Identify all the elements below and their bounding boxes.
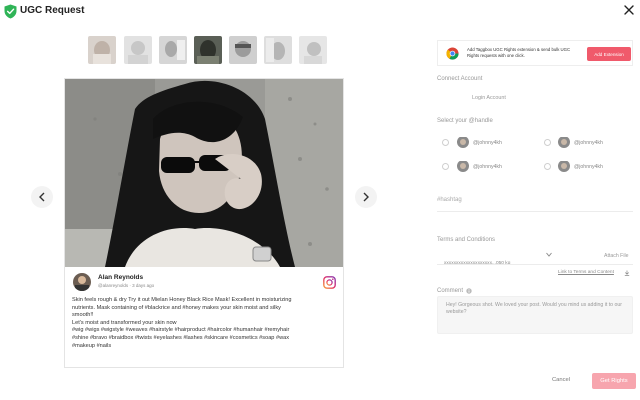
handle-radio[interactable] xyxy=(544,163,551,170)
handle-radio[interactable] xyxy=(544,139,551,146)
chevron-left-icon xyxy=(39,192,45,202)
download-icon[interactable] xyxy=(624,270,630,276)
hashtag-input[interactable]: #hashtag xyxy=(437,197,633,205)
chevron-down-icon xyxy=(546,252,552,257)
author-meta: @alanreynolds · 3 days ago xyxy=(98,283,155,288)
caption-line: nutrients. Mask containing of #blackrice… xyxy=(72,304,281,311)
instagram-icon[interactable] xyxy=(323,276,336,289)
connect-account-label: Connect Account xyxy=(437,76,483,82)
author-name: Alan Reynolds xyxy=(98,274,144,281)
hashtag-underline xyxy=(437,211,633,212)
handle-name: @johnny4kh xyxy=(574,164,603,170)
cancel-button[interactable]: Cancel xyxy=(552,377,570,383)
terms-select[interactable]: xxxxxxxxxxxxxxxxxxxx...050 kg xyxy=(444,251,552,266)
chrome-icon xyxy=(446,47,459,60)
app-title: UGC Request xyxy=(20,5,85,16)
next-button[interactable] xyxy=(355,186,377,208)
chevron-right-icon xyxy=(363,192,369,202)
title-bar: UGC Request xyxy=(0,0,640,24)
handle-avatar xyxy=(457,136,469,148)
thumbnail-5[interactable] xyxy=(229,36,257,64)
link-to-terms-link[interactable]: Link to Terms and Content xyxy=(558,270,614,275)
attach-file-link[interactable]: Attach File xyxy=(604,253,629,259)
thumbnail-4[interactable] xyxy=(194,36,222,64)
handle-avatar xyxy=(457,160,469,172)
post-card: Alan Reynolds @alanreynolds · 3 days ago… xyxy=(64,78,344,368)
caption-line: Let's moist and transformed your skin no… xyxy=(72,319,177,326)
handle-name: @johnny4kh xyxy=(473,164,502,170)
terms-label: Terms and Conditions xyxy=(437,237,496,243)
terms-underline xyxy=(437,264,633,265)
handle-avatar xyxy=(558,160,570,172)
caption-line: Skin feels rough & dry Try it out Mielan… xyxy=(72,297,292,303)
comment-placeholder: Hey! Gorgeous shot. We loved your post. … xyxy=(446,302,622,316)
post-caption: Skin feels rough & dry Try it out Mielan… xyxy=(72,297,338,350)
add-extension-button[interactable]: Add Extension xyxy=(587,47,631,61)
caption-line: #wig #wigs #wigstyle #weaves #hairstyle … xyxy=(72,327,290,334)
banner-text: Add Taggbox UGC Rights extension & send … xyxy=(467,47,571,58)
handle-name: @johnny4kh xyxy=(574,140,603,146)
thumbnail-1[interactable] xyxy=(88,36,116,64)
select-handle-label: Select your @handle xyxy=(437,118,493,124)
thumbnail-3[interactable] xyxy=(159,36,187,64)
thumbnail-2[interactable] xyxy=(124,36,152,64)
post-photo xyxy=(65,79,343,267)
shield-check-icon xyxy=(4,4,17,19)
login-account-link[interactable]: Login Account xyxy=(472,95,506,101)
get-rights-button[interactable]: Get Rights xyxy=(592,373,636,389)
handle-avatar xyxy=(558,136,570,148)
author-avatar xyxy=(73,273,91,291)
previous-button[interactable] xyxy=(31,186,53,208)
comment-label: Comment xyxy=(437,288,464,294)
extension-banner: Add Taggbox UGC Rights extension & send … xyxy=(437,40,633,66)
info-icon xyxy=(466,288,472,294)
caption-line: #makeup #nails xyxy=(72,342,112,349)
handle-name: @johnny4kh xyxy=(473,140,502,146)
handle-radio[interactable] xyxy=(442,139,449,146)
handle-radio[interactable] xyxy=(442,163,449,170)
close-icon[interactable] xyxy=(622,3,636,17)
thumbnail-7[interactable] xyxy=(299,36,327,64)
thumbnail-6[interactable] xyxy=(264,36,292,64)
caption-line: #shine #bravo #braidbox #twists #eyelash… xyxy=(72,334,290,341)
comment-textarea[interactable]: Hey! Gorgeous shot. We loved your post. … xyxy=(437,296,633,334)
caption-line: smooth!! xyxy=(72,312,94,319)
